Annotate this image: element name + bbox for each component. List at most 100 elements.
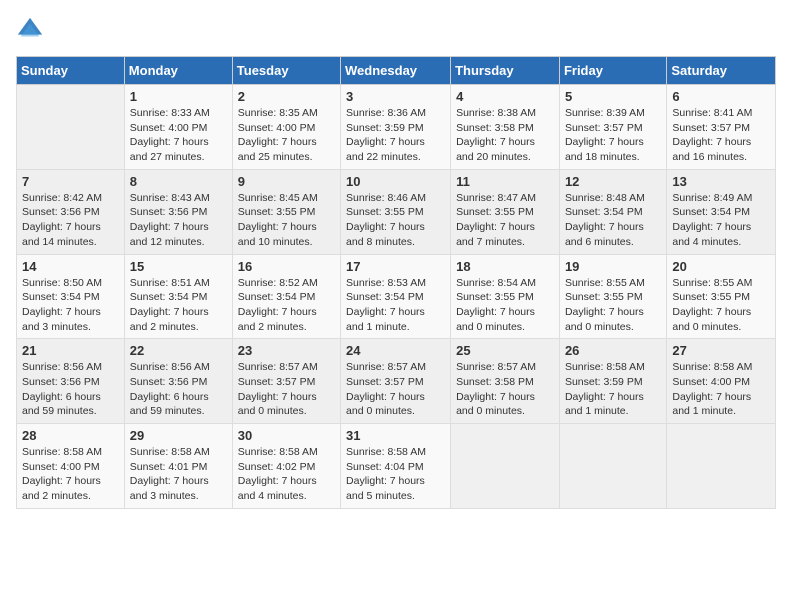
day-number: 13 — [672, 174, 770, 189]
calendar-table: SundayMondayTuesdayWednesdayThursdayFrid… — [16, 56, 776, 509]
day-info: Sunrise: 8:58 AM Sunset: 4:02 PM Dayligh… — [238, 445, 335, 504]
day-number: 19 — [565, 259, 661, 274]
calendar-cell: 24 Sunrise: 8:57 AM Sunset: 3:57 PM Dayli… — [341, 339, 451, 424]
calendar-cell: 14Sunrise: 8:50 AM Sunset: 3:54 PM Dayli… — [17, 254, 125, 339]
day-number: 1 — [130, 89, 227, 104]
day-number: 3 — [346, 89, 445, 104]
calendar-cell — [559, 424, 666, 509]
weekday-header: Thursday — [451, 57, 560, 85]
day-info: Sunrise: 8:48 AM Sunset: 3:54 PM Dayligh… — [565, 191, 661, 250]
calendar-cell: 20 Sunrise: 8:55 AM Sunset: 3:55 PM Dayli… — [667, 254, 776, 339]
calendar-week-row: 1 Sunrise: 8:33 AM Sunset: 4:00 PM Daylig… — [17, 85, 776, 170]
weekday-header: Saturday — [667, 57, 776, 85]
calendar-week-row: 14Sunrise: 8:50 AM Sunset: 3:54 PM Dayli… — [17, 254, 776, 339]
day-info: Sunrise: 8:43 AM Sunset: 3:56 PM Dayligh… — [130, 191, 227, 250]
day-info: Sunrise: 8:36 AM Sunset: 3:59 PM Dayligh… — [346, 106, 445, 165]
calendar-cell: 3 Sunrise: 8:36 AM Sunset: 3:59 PM Daylig… — [341, 85, 451, 170]
day-info: Sunrise: 8:55 AM Sunset: 3:55 PM Dayligh… — [672, 276, 770, 335]
calendar-cell: 10Sunrise: 8:46 AM Sunset: 3:55 PM Dayli… — [341, 169, 451, 254]
day-number: 17 — [346, 259, 445, 274]
calendar-cell: 29 Sunrise: 8:58 AM Sunset: 4:01 PM Dayli… — [124, 424, 232, 509]
day-info: Sunrise: 8:58 AM Sunset: 4:00 PM Dayligh… — [672, 360, 770, 419]
calendar-week-row: 21Sunrise: 8:56 AM Sunset: 3:56 PM Dayli… — [17, 339, 776, 424]
day-info: Sunrise: 8:47 AM Sunset: 3:55 PM Dayligh… — [456, 191, 554, 250]
day-number: 12 — [565, 174, 661, 189]
day-number: 18 — [456, 259, 554, 274]
day-number: 5 — [565, 89, 661, 104]
day-info: Sunrise: 8:42 AM Sunset: 3:56 PM Dayligh… — [22, 191, 119, 250]
day-number: 23 — [238, 343, 335, 358]
calendar-cell — [667, 424, 776, 509]
calendar-cell: 6Sunrise: 8:41 AM Sunset: 3:57 PM Daylig… — [667, 85, 776, 170]
day-number: 28 — [22, 428, 119, 443]
calendar-cell: 9 Sunrise: 8:45 AM Sunset: 3:55 PM Daylig… — [232, 169, 340, 254]
calendar-body: 1 Sunrise: 8:33 AM Sunset: 4:00 PM Daylig… — [17, 85, 776, 509]
day-number: 7 — [22, 174, 119, 189]
calendar-cell: 23Sunrise: 8:57 AM Sunset: 3:57 PM Dayli… — [232, 339, 340, 424]
calendar-cell: 27 Sunrise: 8:58 AM Sunset: 4:00 PM Dayli… — [667, 339, 776, 424]
page-header — [16, 16, 776, 44]
calendar-cell: 28 Sunrise: 8:58 AM Sunset: 4:00 PM Dayli… — [17, 424, 125, 509]
day-number: 14 — [22, 259, 119, 274]
day-info: Sunrise: 8:33 AM Sunset: 4:00 PM Dayligh… — [130, 106, 227, 165]
calendar-cell: 16 Sunrise: 8:52 AM Sunset: 3:54 PM Dayli… — [232, 254, 340, 339]
day-info: Sunrise: 8:49 AM Sunset: 3:54 PM Dayligh… — [672, 191, 770, 250]
day-number: 29 — [130, 428, 227, 443]
day-info: Sunrise: 8:46 AM Sunset: 3:55 PM Dayligh… — [346, 191, 445, 250]
weekday-header: Wednesday — [341, 57, 451, 85]
day-info: Sunrise: 8:58 AM Sunset: 3:59 PM Dayligh… — [565, 360, 661, 419]
calendar-cell: 30 Sunrise: 8:58 AM Sunset: 4:02 PM Dayli… — [232, 424, 340, 509]
day-number: 31 — [346, 428, 445, 443]
day-number: 4 — [456, 89, 554, 104]
calendar-cell: 19Sunrise: 8:55 AM Sunset: 3:55 PM Dayli… — [559, 254, 666, 339]
calendar-cell: 15 Sunrise: 8:51 AM Sunset: 3:54 PM Dayli… — [124, 254, 232, 339]
calendar-header: SundayMondayTuesdayWednesdayThursdayFrid… — [17, 57, 776, 85]
calendar-cell: 25 Sunrise: 8:57 AM Sunset: 3:58 PM Dayli… — [451, 339, 560, 424]
calendar-cell: 31 Sunrise: 8:58 AM Sunset: 4:04 PM Dayli… — [341, 424, 451, 509]
calendar-cell: 2Sunrise: 8:35 AM Sunset: 4:00 PM Daylig… — [232, 85, 340, 170]
calendar-cell: 18 Sunrise: 8:54 AM Sunset: 3:55 PM Dayli… — [451, 254, 560, 339]
day-number: 27 — [672, 343, 770, 358]
day-info: Sunrise: 8:45 AM Sunset: 3:55 PM Dayligh… — [238, 191, 335, 250]
calendar-cell — [451, 424, 560, 509]
day-info: Sunrise: 8:35 AM Sunset: 4:00 PM Dayligh… — [238, 106, 335, 165]
day-number: 25 — [456, 343, 554, 358]
weekday-header-row: SundayMondayTuesdayWednesdayThursdayFrid… — [17, 57, 776, 85]
day-number: 15 — [130, 259, 227, 274]
day-info: Sunrise: 8:58 AM Sunset: 4:01 PM Dayligh… — [130, 445, 227, 504]
calendar-cell: 7 Sunrise: 8:42 AM Sunset: 3:56 PM Daylig… — [17, 169, 125, 254]
calendar-cell: 4 Sunrise: 8:38 AM Sunset: 3:58 PM Daylig… — [451, 85, 560, 170]
calendar-cell: 1 Sunrise: 8:33 AM Sunset: 4:00 PM Daylig… — [124, 85, 232, 170]
day-info: Sunrise: 8:58 AM Sunset: 4:04 PM Dayligh… — [346, 445, 445, 504]
day-info: Sunrise: 8:52 AM Sunset: 3:54 PM Dayligh… — [238, 276, 335, 335]
day-info: Sunrise: 8:58 AM Sunset: 4:00 PM Dayligh… — [22, 445, 119, 504]
calendar-cell: 11 Sunrise: 8:47 AM Sunset: 3:55 PM Dayli… — [451, 169, 560, 254]
calendar-week-row: 28 Sunrise: 8:58 AM Sunset: 4:00 PM Dayli… — [17, 424, 776, 509]
day-info: Sunrise: 8:56 AM Sunset: 3:56 PM Dayligh… — [130, 360, 227, 419]
day-info: Sunrise: 8:39 AM Sunset: 3:57 PM Dayligh… — [565, 106, 661, 165]
calendar-cell: 21Sunrise: 8:56 AM Sunset: 3:56 PM Dayli… — [17, 339, 125, 424]
day-info: Sunrise: 8:41 AM Sunset: 3:57 PM Dayligh… — [672, 106, 770, 165]
day-number: 20 — [672, 259, 770, 274]
day-number: 26 — [565, 343, 661, 358]
calendar-cell: 5 Sunrise: 8:39 AM Sunset: 3:57 PM Daylig… — [559, 85, 666, 170]
day-number: 9 — [238, 174, 335, 189]
logo — [16, 16, 48, 44]
weekday-header: Monday — [124, 57, 232, 85]
day-info: Sunrise: 8:57 AM Sunset: 3:58 PM Dayligh… — [456, 360, 554, 419]
day-info: Sunrise: 8:51 AM Sunset: 3:54 PM Dayligh… — [130, 276, 227, 335]
day-number: 22 — [130, 343, 227, 358]
calendar-cell: 22 Sunrise: 8:56 AM Sunset: 3:56 PM Dayli… — [124, 339, 232, 424]
calendar-week-row: 7 Sunrise: 8:42 AM Sunset: 3:56 PM Daylig… — [17, 169, 776, 254]
day-number: 11 — [456, 174, 554, 189]
calendar-cell — [17, 85, 125, 170]
day-number: 24 — [346, 343, 445, 358]
day-info: Sunrise: 8:38 AM Sunset: 3:58 PM Dayligh… — [456, 106, 554, 165]
day-info: Sunrise: 8:57 AM Sunset: 3:57 PM Dayligh… — [346, 360, 445, 419]
weekday-header: Sunday — [17, 57, 125, 85]
calendar-cell: 17Sunrise: 8:53 AM Sunset: 3:54 PM Dayli… — [341, 254, 451, 339]
day-info: Sunrise: 8:54 AM Sunset: 3:55 PM Dayligh… — [456, 276, 554, 335]
day-number: 30 — [238, 428, 335, 443]
day-number: 16 — [238, 259, 335, 274]
calendar-cell: 26 Sunrise: 8:58 AM Sunset: 3:59 PM Dayli… — [559, 339, 666, 424]
